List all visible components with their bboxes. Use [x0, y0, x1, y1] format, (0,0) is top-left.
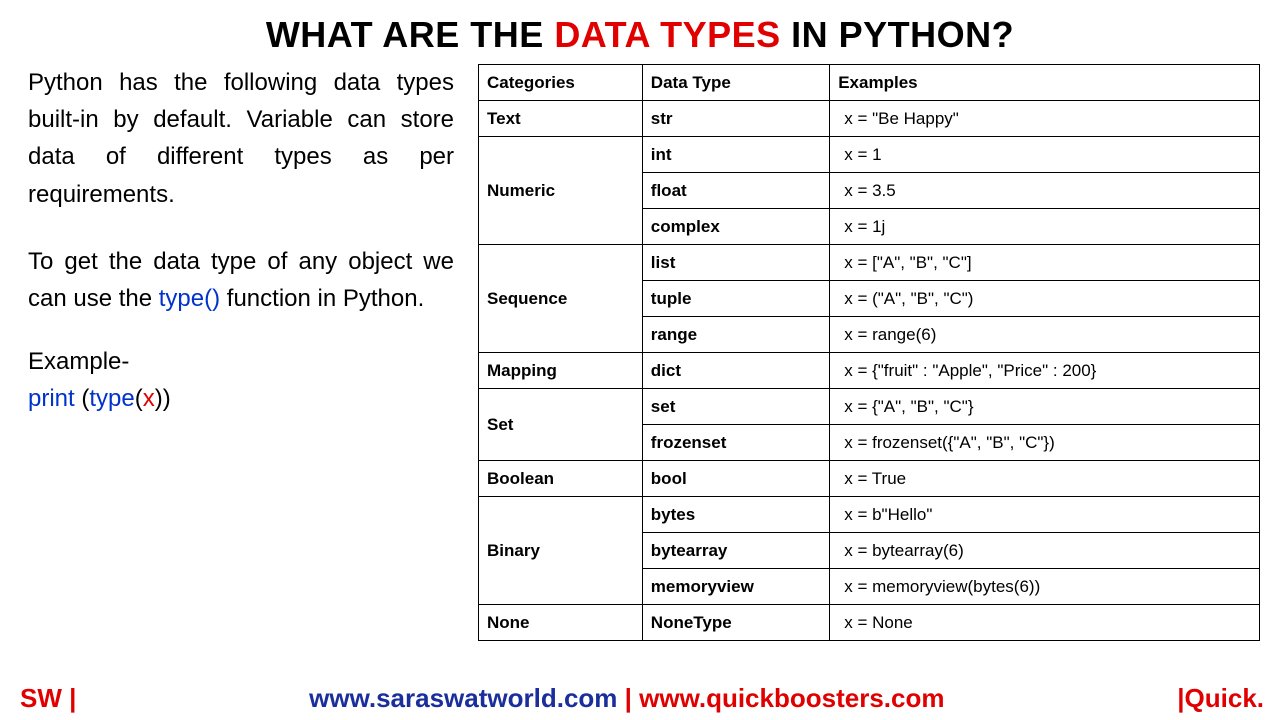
table-row: Numericintx = 1 [479, 137, 1260, 173]
header-categories: Categories [479, 65, 643, 101]
data-type-cell: int [642, 137, 829, 173]
example-cell: x = {"A", "B", "C"} [830, 389, 1260, 425]
table-row: Setsetx = {"A", "B", "C"} [479, 389, 1260, 425]
table-row: NoneNoneTypex = None [479, 605, 1260, 641]
type-function-paragraph: To get the data type of any object we ca… [28, 243, 454, 317]
example-cell: x = True [830, 461, 1260, 497]
footer-link-saraswat: www.saraswatworld.com [309, 683, 617, 713]
category-cell: Boolean [479, 461, 643, 497]
data-type-cell: NoneType [642, 605, 829, 641]
example-cell: x = 3.5 [830, 173, 1260, 209]
table-row: Textstrx = "Be Happy" [479, 101, 1260, 137]
example-cell: x = None [830, 605, 1260, 641]
example-cell: x = bytearray(6) [830, 533, 1260, 569]
example-cell: x = b"Hello" [830, 497, 1260, 533]
category-cell: Text [479, 101, 643, 137]
footer-left: SW | [20, 683, 76, 714]
content-area: Python has the following data types buil… [0, 56, 1280, 641]
table-row: Booleanboolx = True [479, 461, 1260, 497]
table-column: Categories Data Type Examples Textstrx =… [478, 64, 1260, 641]
footer: SW | www.saraswatworld.com | www.quickbo… [0, 683, 1280, 714]
table-row: Sequencelistx = ["A", "B", "C"] [479, 245, 1260, 281]
data-type-cell: range [642, 317, 829, 353]
footer-link-quickboosters: www.quickboosters.com [639, 683, 944, 713]
intro-paragraph: Python has the following data types buil… [28, 64, 454, 213]
data-type-cell: complex [642, 209, 829, 245]
data-type-cell: tuple [642, 281, 829, 317]
data-type-cell: bool [642, 461, 829, 497]
category-cell: Numeric [479, 137, 643, 245]
category-cell: Binary [479, 497, 643, 605]
header-data-type: Data Type [642, 65, 829, 101]
data-type-cell: set [642, 389, 829, 425]
description-column: Python has the following data types buil… [28, 64, 478, 641]
title-highlight: DATA TYPES [554, 14, 780, 55]
category-cell: None [479, 605, 643, 641]
example-cell: x = ("A", "B", "C") [830, 281, 1260, 317]
example-cell: x = "Be Happy" [830, 101, 1260, 137]
example-label: Example- [28, 343, 454, 380]
category-cell: Set [479, 389, 643, 461]
footer-center: www.saraswatworld.com | www.quickbooster… [76, 683, 1177, 714]
footer-right: |Quick. [1177, 683, 1264, 714]
data-type-cell: frozenset [642, 425, 829, 461]
title-post: IN PYTHON? [781, 14, 1015, 55]
page-title: WHAT ARE THE DATA TYPES IN PYTHON? [0, 0, 1280, 56]
example-cell: x = range(6) [830, 317, 1260, 353]
table-row: Mappingdictx = {"fruit" : "Apple", "Pric… [479, 353, 1260, 389]
example-cell: x = {"fruit" : "Apple", "Price" : 200} [830, 353, 1260, 389]
example-cell: x = memoryview(bytes(6)) [830, 569, 1260, 605]
category-cell: Mapping [479, 353, 643, 389]
example-cell: x = ["A", "B", "C"] [830, 245, 1260, 281]
category-cell: Sequence [479, 245, 643, 353]
data-type-cell: bytes [642, 497, 829, 533]
example-code: print (type(x)) [28, 380, 454, 417]
example-cell: x = 1 [830, 137, 1260, 173]
data-type-cell: str [642, 101, 829, 137]
table-header-row: Categories Data Type Examples [479, 65, 1260, 101]
title-pre: WHAT ARE THE [266, 14, 554, 55]
data-type-cell: float [642, 173, 829, 209]
data-type-cell: bytearray [642, 533, 829, 569]
data-type-cell: dict [642, 353, 829, 389]
data-type-cell: list [642, 245, 829, 281]
header-examples: Examples [830, 65, 1260, 101]
data-type-cell: memoryview [642, 569, 829, 605]
data-types-table: Categories Data Type Examples Textstrx =… [478, 64, 1260, 641]
example-cell: x = frozenset({"A", "B", "C"}) [830, 425, 1260, 461]
footer-separator: | [617, 683, 639, 713]
example-cell: x = 1j [830, 209, 1260, 245]
table-row: Binarybytesx = b"Hello" [479, 497, 1260, 533]
